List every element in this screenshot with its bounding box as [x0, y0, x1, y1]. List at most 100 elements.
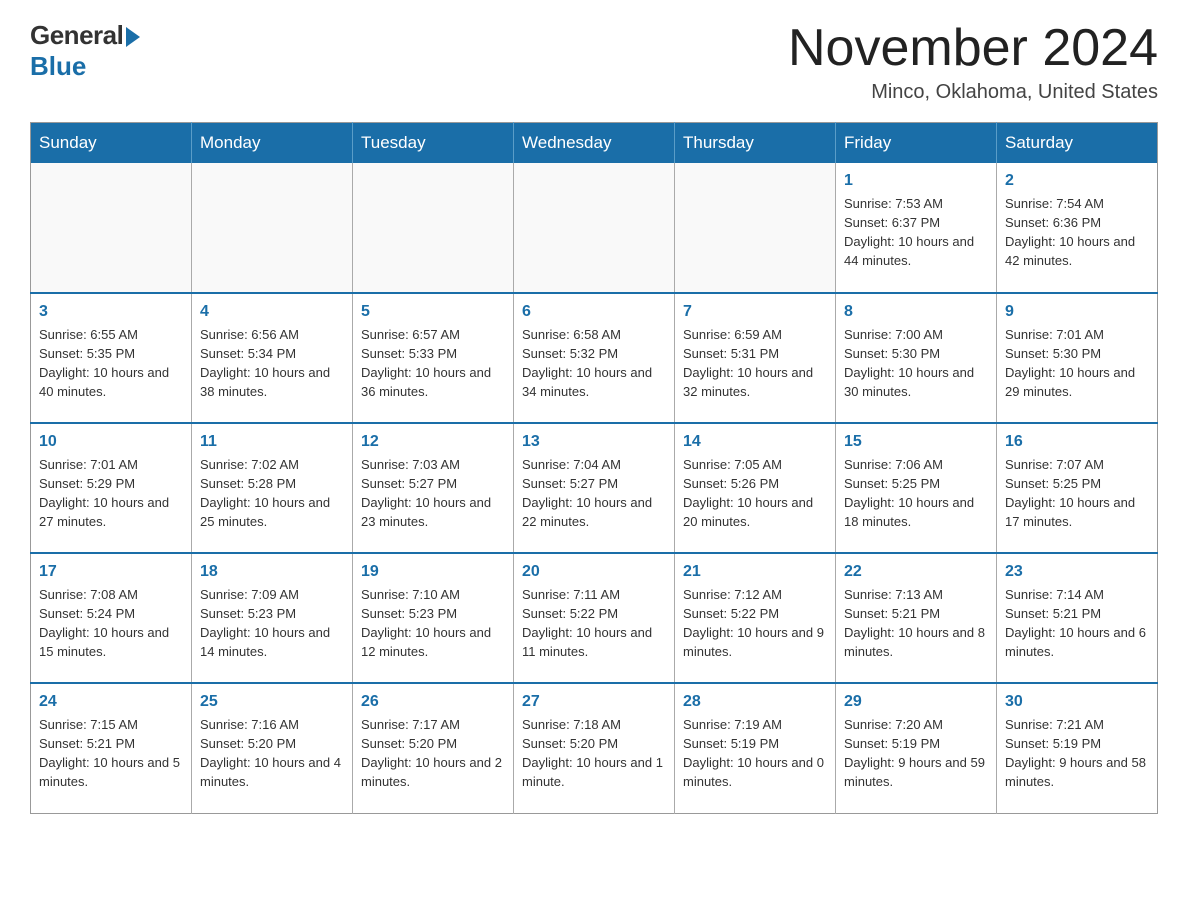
calendar-day-cell: 20 Sunrise: 7:11 AMSunset: 5:22 PMDayligh…	[514, 553, 675, 683]
day-info-text: Sunrise: 7:10 AMSunset: 5:23 PMDaylight:…	[361, 586, 505, 661]
page-header: General Blue November 2024 Minco, Oklaho…	[30, 20, 1158, 104]
calendar-day-cell	[192, 163, 353, 293]
logo-blue-text: Blue	[30, 51, 86, 82]
day-number: 4	[200, 300, 344, 323]
day-info-text: Sunrise: 7:19 AMSunset: 5:19 PMDaylight:…	[683, 716, 827, 791]
day-number: 29	[844, 690, 988, 713]
calendar-day-cell: 11 Sunrise: 7:02 AMSunset: 5:28 PMDayligh…	[192, 423, 353, 553]
day-info-text: Sunrise: 6:56 AMSunset: 5:34 PMDaylight:…	[200, 326, 344, 401]
day-info-text: Sunrise: 7:15 AMSunset: 5:21 PMDaylight:…	[39, 716, 183, 791]
calendar-day-cell: 10 Sunrise: 7:01 AMSunset: 5:29 PMDayligh…	[31, 423, 192, 553]
day-number: 10	[39, 430, 183, 453]
day-number: 27	[522, 690, 666, 713]
day-number: 15	[844, 430, 988, 453]
day-number: 8	[844, 300, 988, 323]
calendar-day-cell: 8 Sunrise: 7:00 AMSunset: 5:30 PMDaylight…	[836, 293, 997, 423]
calendar-day-cell	[514, 163, 675, 293]
day-info-text: Sunrise: 6:59 AMSunset: 5:31 PMDaylight:…	[683, 326, 827, 401]
calendar-day-cell: 19 Sunrise: 7:10 AMSunset: 5:23 PMDayligh…	[353, 553, 514, 683]
calendar-table: SundayMondayTuesdayWednesdayThursdayFrid…	[30, 122, 1158, 814]
weekday-header-sunday: Sunday	[31, 123, 192, 164]
day-info-text: Sunrise: 7:07 AMSunset: 5:25 PMDaylight:…	[1005, 456, 1149, 531]
logo-general-text: General	[30, 20, 123, 51]
title-area: November 2024 Minco, Oklahoma, United St…	[788, 20, 1158, 104]
day-info-text: Sunrise: 7:05 AMSunset: 5:26 PMDaylight:…	[683, 456, 827, 531]
calendar-day-cell: 30 Sunrise: 7:21 AMSunset: 5:19 PMDayligh…	[997, 683, 1158, 813]
calendar-day-cell: 4 Sunrise: 6:56 AMSunset: 5:34 PMDaylight…	[192, 293, 353, 423]
day-info-text: Sunrise: 7:02 AMSunset: 5:28 PMDaylight:…	[200, 456, 344, 531]
day-info-text: Sunrise: 7:04 AMSunset: 5:27 PMDaylight:…	[522, 456, 666, 531]
day-info-text: Sunrise: 7:14 AMSunset: 5:21 PMDaylight:…	[1005, 586, 1149, 661]
day-number: 21	[683, 560, 827, 583]
day-number: 25	[200, 690, 344, 713]
location-subtitle: Minco, Oklahoma, United States	[788, 81, 1158, 104]
calendar-day-cell: 25 Sunrise: 7:16 AMSunset: 5:20 PMDayligh…	[192, 683, 353, 813]
calendar-day-cell	[31, 163, 192, 293]
day-info-text: Sunrise: 7:01 AMSunset: 5:30 PMDaylight:…	[1005, 326, 1149, 401]
day-number: 23	[1005, 560, 1149, 583]
day-number: 16	[1005, 430, 1149, 453]
day-number: 13	[522, 430, 666, 453]
calendar-day-cell: 29 Sunrise: 7:20 AMSunset: 5:19 PMDayligh…	[836, 683, 997, 813]
day-number: 6	[522, 300, 666, 323]
calendar-day-cell: 15 Sunrise: 7:06 AMSunset: 5:25 PMDayligh…	[836, 423, 997, 553]
day-info-text: Sunrise: 7:20 AMSunset: 5:19 PMDaylight:…	[844, 716, 988, 791]
day-info-text: Sunrise: 7:12 AMSunset: 5:22 PMDaylight:…	[683, 586, 827, 661]
day-info-text: Sunrise: 7:21 AMSunset: 5:19 PMDaylight:…	[1005, 716, 1149, 791]
calendar-day-cell: 2 Sunrise: 7:54 AMSunset: 6:36 PMDaylight…	[997, 163, 1158, 293]
day-number: 14	[683, 430, 827, 453]
calendar-day-cell: 12Sunrise: 7:03 AMSunset: 5:27 PMDayligh…	[353, 423, 514, 553]
day-info-text: Sunrise: 7:08 AMSunset: 5:24 PMDaylight:…	[39, 586, 183, 661]
day-number: 11	[200, 430, 344, 453]
day-number: 3	[39, 300, 183, 323]
weekday-header-wednesday: Wednesday	[514, 123, 675, 164]
weekday-header-monday: Monday	[192, 123, 353, 164]
weekday-header-thursday: Thursday	[675, 123, 836, 164]
calendar-day-cell: 24Sunrise: 7:15 AMSunset: 5:21 PMDayligh…	[31, 683, 192, 813]
calendar-day-cell: 1 Sunrise: 7:53 AMSunset: 6:37 PMDaylight…	[836, 163, 997, 293]
day-info-text: Sunrise: 7:53 AMSunset: 6:37 PMDaylight:…	[844, 195, 988, 270]
calendar-day-cell: 6 Sunrise: 6:58 AMSunset: 5:32 PMDaylight…	[514, 293, 675, 423]
day-number: 7	[683, 300, 827, 323]
day-number: 30	[1005, 690, 1149, 713]
calendar-day-cell: 18 Sunrise: 7:09 AMSunset: 5:23 PMDayligh…	[192, 553, 353, 683]
day-info-text: Sunrise: 7:01 AMSunset: 5:29 PMDaylight:…	[39, 456, 183, 531]
calendar-week-row: 1 Sunrise: 7:53 AMSunset: 6:37 PMDaylight…	[31, 163, 1158, 293]
day-number: 19	[361, 560, 505, 583]
day-info-text: Sunrise: 7:18 AMSunset: 5:20 PMDaylight:…	[522, 716, 666, 791]
day-number: 2	[1005, 169, 1149, 192]
day-info-text: Sunrise: 7:16 AMSunset: 5:20 PMDaylight:…	[200, 716, 344, 791]
day-number: 22	[844, 560, 988, 583]
calendar-week-row: 17 Sunrise: 7:08 AMSunset: 5:24 PMDayligh…	[31, 553, 1158, 683]
day-info-text: Sunrise: 7:06 AMSunset: 5:25 PMDaylight:…	[844, 456, 988, 531]
calendar-day-cell	[353, 163, 514, 293]
day-number: 5	[361, 300, 505, 323]
day-info-text: Sunrise: 7:00 AMSunset: 5:30 PMDaylight:…	[844, 326, 988, 401]
day-info-text: Sunrise: 6:55 AMSunset: 5:35 PMDaylight:…	[39, 326, 183, 401]
calendar-header-row: SundayMondayTuesdayWednesdayThursdayFrid…	[31, 123, 1158, 164]
day-info-text: Sunrise: 7:54 AMSunset: 6:36 PMDaylight:…	[1005, 195, 1149, 270]
day-number: 18	[200, 560, 344, 583]
calendar-day-cell: 9Sunrise: 7:01 AMSunset: 5:30 PMDaylight…	[997, 293, 1158, 423]
calendar-day-cell: 17 Sunrise: 7:08 AMSunset: 5:24 PMDayligh…	[31, 553, 192, 683]
calendar-day-cell: 23 Sunrise: 7:14 AMSunset: 5:21 PMDayligh…	[997, 553, 1158, 683]
calendar-week-row: 3 Sunrise: 6:55 AMSunset: 5:35 PMDaylight…	[31, 293, 1158, 423]
calendar-day-cell: 7 Sunrise: 6:59 AMSunset: 5:31 PMDaylight…	[675, 293, 836, 423]
calendar-day-cell: 21 Sunrise: 7:12 AMSunset: 5:22 PMDayligh…	[675, 553, 836, 683]
day-info-text: Sunrise: 6:58 AMSunset: 5:32 PMDaylight:…	[522, 326, 666, 401]
month-title: November 2024	[788, 20, 1158, 77]
day-info-text: Sunrise: 7:11 AMSunset: 5:22 PMDaylight:…	[522, 586, 666, 661]
calendar-day-cell: 22Sunrise: 7:13 AMSunset: 5:21 PMDayligh…	[836, 553, 997, 683]
day-number: 1	[844, 169, 988, 192]
weekday-header-saturday: Saturday	[997, 123, 1158, 164]
logo: General Blue	[30, 20, 142, 82]
calendar-day-cell: 16 Sunrise: 7:07 AMSunset: 5:25 PMDayligh…	[997, 423, 1158, 553]
day-number: 12	[361, 430, 505, 453]
day-number: 17	[39, 560, 183, 583]
calendar-week-row: 24Sunrise: 7:15 AMSunset: 5:21 PMDayligh…	[31, 683, 1158, 813]
day-number: 26	[361, 690, 505, 713]
day-info-text: Sunrise: 7:09 AMSunset: 5:23 PMDaylight:…	[200, 586, 344, 661]
day-number: 20	[522, 560, 666, 583]
weekday-header-friday: Friday	[836, 123, 997, 164]
weekday-header-tuesday: Tuesday	[353, 123, 514, 164]
